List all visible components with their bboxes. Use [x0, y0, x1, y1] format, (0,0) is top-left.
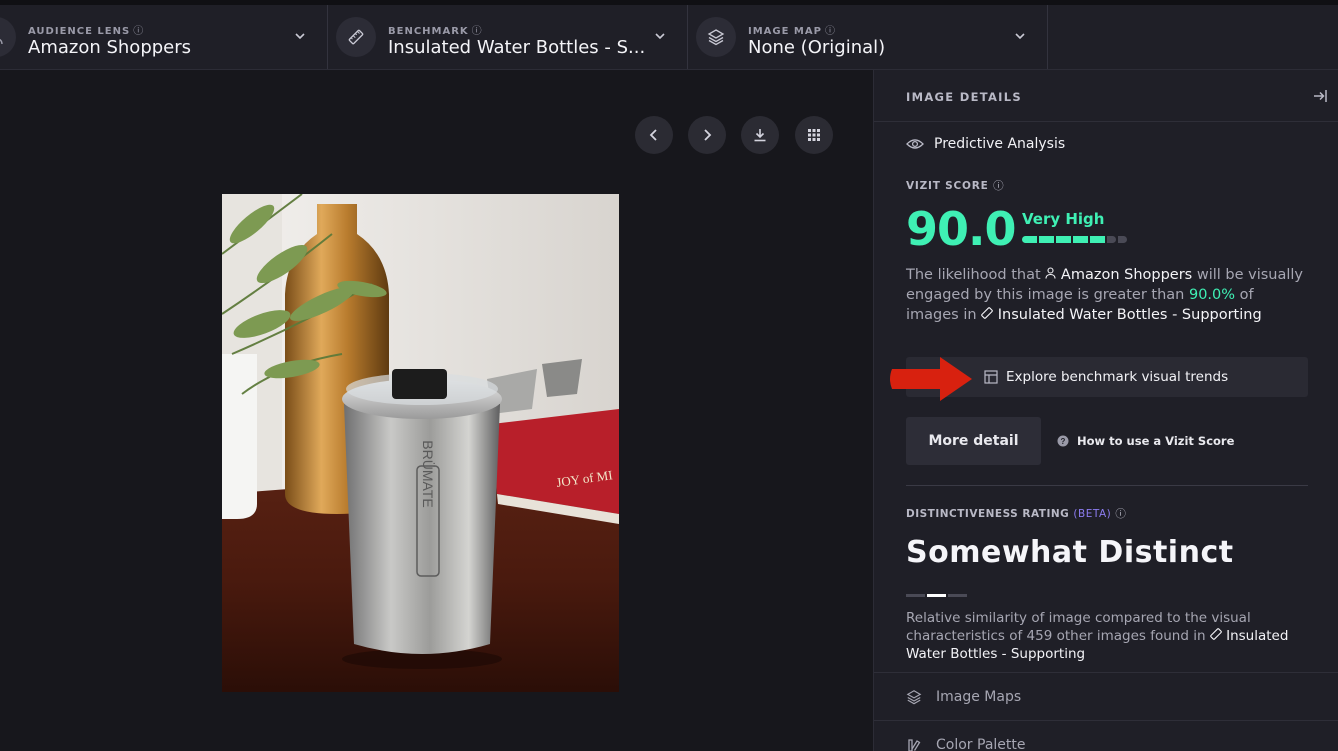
how-to-use-link[interactable]: ? How to use a Vizit Score — [1057, 434, 1234, 448]
red-arrow-annotation — [890, 357, 972, 401]
ruler-icon — [336, 17, 376, 57]
svg-text:BRÜMATE: BRÜMATE — [420, 440, 437, 507]
audience-icon — [0, 17, 16, 57]
score-meter — [1022, 236, 1127, 243]
panel-header: IMAGE DETAILS — [874, 70, 1338, 122]
chevron-down-icon — [655, 33, 665, 40]
score-meter-segment — [1056, 236, 1071, 243]
chevron-left-icon — [649, 129, 657, 141]
score-meter-segment — [1107, 236, 1116, 243]
benchmark-value: Insulated Water Bottles - S... — [388, 37, 646, 58]
more-detail-button[interactable]: More detail — [906, 417, 1041, 465]
benchmark-label: BENCHMARK ⓘ — [388, 26, 483, 37]
info-icon: ⓘ — [993, 180, 1005, 192]
image-map-selector[interactable]: IMAGE MAP ⓘ None (Original) — [688, 5, 1048, 69]
info-icon: ⓘ — [1115, 508, 1127, 520]
svg-text:?: ? — [1061, 437, 1066, 446]
eye-icon — [906, 139, 924, 149]
grid-icon — [808, 129, 820, 141]
help-icon: ? — [1057, 435, 1069, 447]
score-meter-segment — [1090, 236, 1105, 243]
divider — [906, 485, 1308, 486]
benchmark-selector[interactable]: BENCHMARK ⓘ Insulated Water Bottles - S..… — [328, 5, 688, 69]
image-canvas: JOY of MI BRÜMATE — [0, 70, 873, 751]
layers-icon — [696, 17, 736, 57]
image-map-value: None (Original) — [748, 37, 886, 58]
panel-title: IMAGE DETAILS — [906, 90, 1022, 104]
layers-icon — [906, 689, 922, 704]
chevron-down-icon — [295, 33, 305, 40]
distinctiveness-label: DISTINCTIVENESS RATING (BETA) ⓘ — [906, 508, 1127, 520]
image-details-panel: IMAGE DETAILS Predictive Analysis VIZIT … — [873, 70, 1338, 751]
color-palette-row[interactable]: Color Palette — [874, 720, 1338, 751]
vizit-score-label: VIZIT SCORE ⓘ — [906, 180, 1005, 192]
score-meter-segment — [1022, 236, 1037, 243]
distinctiveness-meter — [906, 594, 967, 597]
palette-icon — [908, 738, 921, 751]
predictive-analysis-label: Predictive Analysis — [934, 136, 1066, 152]
layout-icon — [984, 370, 998, 384]
next-button[interactable] — [688, 116, 726, 154]
score-meter-segment — [1118, 236, 1127, 243]
image-map-label: IMAGE MAP ⓘ — [748, 26, 836, 37]
predictive-analysis-heading: Predictive Analysis — [906, 136, 1065, 152]
ruler-icon — [1210, 628, 1222, 640]
previous-button[interactable] — [635, 116, 673, 154]
audience-lens-value: Amazon Shoppers — [28, 37, 192, 58]
score-rating: Very High — [1022, 210, 1105, 228]
audience-lens-selector[interactable]: AUDIENCE LENS ⓘ Amazon Shoppers — [0, 5, 328, 69]
chevron-right-icon — [704, 129, 712, 141]
vizit-score-value: 90.0 — [906, 202, 1016, 256]
score-meter-segment — [1073, 236, 1088, 243]
chevron-down-icon — [1015, 33, 1025, 40]
collapse-panel-icon[interactable] — [1312, 88, 1328, 104]
person-icon — [1045, 267, 1056, 279]
info-icon: ⓘ — [824, 26, 836, 37]
distinctiveness-value: Somewhat Distinct — [906, 535, 1234, 570]
distinctiveness-description: Relative similarity of image compared to… — [906, 610, 1289, 662]
info-icon: ⓘ — [133, 26, 145, 37]
explore-benchmark-label: Explore benchmark visual trends — [1006, 369, 1229, 385]
download-button[interactable] — [741, 116, 779, 154]
image-maps-row[interactable]: Image Maps — [874, 672, 1338, 720]
grid-view-button[interactable] — [795, 116, 833, 154]
score-description: The likelihood that Amazon Shoppers will… — [906, 267, 1304, 323]
info-icon: ⓘ — [471, 26, 483, 37]
top-bar: AUDIENCE LENS ⓘ Amazon Shoppers BENCHMARK… — [0, 0, 1338, 70]
ruler-icon — [981, 307, 993, 319]
product-image: JOY of MI BRÜMATE — [222, 194, 619, 692]
download-icon — [754, 129, 766, 142]
score-meter-segment — [1039, 236, 1054, 243]
audience-lens-label: AUDIENCE LENS ⓘ — [28, 26, 145, 37]
